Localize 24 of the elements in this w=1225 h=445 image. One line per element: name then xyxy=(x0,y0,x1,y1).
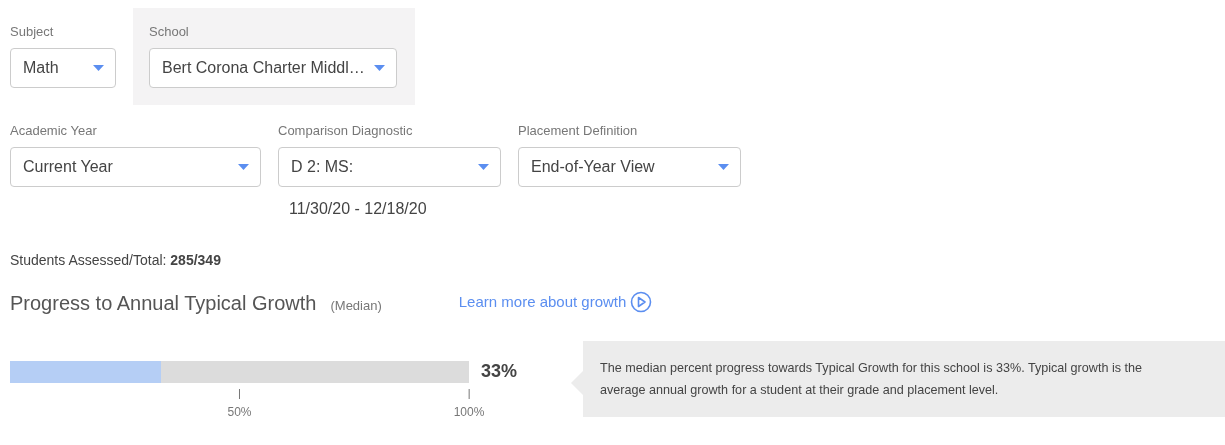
tooltip-text: The median percent progress towards Typical Growth for this school is 33%. Typical growth is the average annual growth for a student at their grade and placement level. xyxy=(600,359,1144,399)
dropdown[interactable]: Current Year xyxy=(10,147,261,187)
caret-icon xyxy=(93,65,104,71)
caret-icon xyxy=(478,164,489,170)
field-label: Academic Year xyxy=(10,123,98,138)
field-label: Placement Definition xyxy=(518,123,639,138)
dropdown[interactable]: D 2: MS: xyxy=(278,147,501,187)
tick-label: 100% xyxy=(453,404,485,419)
field-label: Subject xyxy=(10,24,55,39)
caret-icon xyxy=(718,164,729,170)
tick-label: 50% xyxy=(227,404,252,419)
percent-value: 33% xyxy=(481,361,518,382)
qualifier-text: (Median) xyxy=(330,298,382,313)
dropdown[interactable]: Math xyxy=(10,48,116,88)
caret-icon xyxy=(374,65,385,71)
section-title: Progress to Annual Typical Growth xyxy=(10,292,317,315)
caret-icon xyxy=(238,164,249,170)
field-label: Comparison Diagnostic xyxy=(278,123,414,138)
dropdown[interactable]: End-of-Year View xyxy=(518,147,741,187)
students-count: Students Assessed/Total: 285/349 xyxy=(10,252,222,268)
date-range: 11/30/20 - 12/18/20 xyxy=(289,200,428,218)
play-icon xyxy=(630,290,653,313)
dropdown[interactable]: Bert Corona Charter Middl… xyxy=(149,48,397,88)
field-label: School xyxy=(149,24,190,39)
